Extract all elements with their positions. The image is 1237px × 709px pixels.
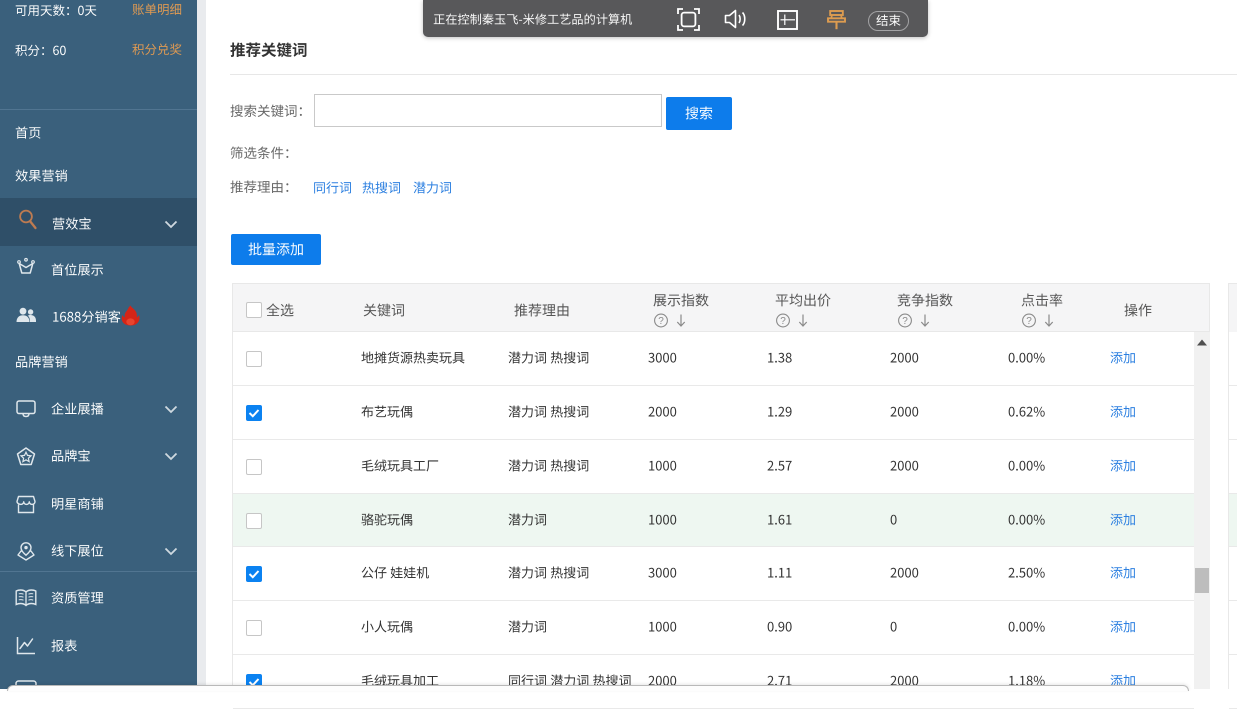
svg-text:?: ? (1026, 316, 1032, 327)
svg-text:?: ? (780, 316, 786, 327)
svg-text:?: ? (902, 316, 908, 327)
svg-text:?: ? (658, 316, 664, 327)
